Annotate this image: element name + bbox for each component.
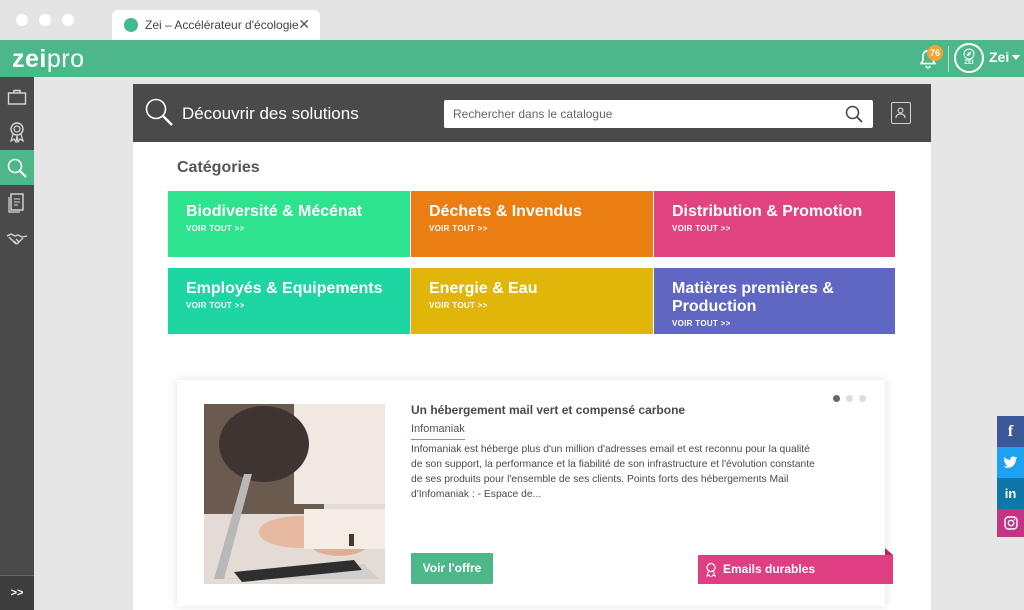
linkedin-icon: in <box>1004 486 1017 501</box>
page-title: Découvrir des solutions <box>182 104 359 123</box>
category-title: Energie & Eau <box>429 280 538 297</box>
zei-favicon-icon <box>124 18 138 32</box>
category-title: Biodiversité & Mécénat <box>186 203 363 220</box>
award-ribbon-icon <box>9 121 25 143</box>
catalog-search-input[interactable] <box>444 100 873 128</box>
category-title: Matières premières & Production <box>672 280 834 315</box>
category-card-dechets[interactable]: Déchets & Invendus VOIR TOUT >> <box>411 191 653 257</box>
handshake-icon <box>6 232 28 244</box>
carousel-dot-2[interactable] <box>846 395 853 402</box>
facebook-share-button[interactable]: f <box>997 416 1024 447</box>
offer-category-tag[interactable]: Emails durables <box>698 555 893 584</box>
leaf-logo-icon <box>963 48 975 60</box>
profile-card-button[interactable] <box>891 102 911 124</box>
view-offer-button[interactable]: Voir l'offre <box>411 553 493 584</box>
window-minimize-dot[interactable] <box>39 14 51 26</box>
user-menu-name[interactable]: Zei <box>989 49 1009 65</box>
search-icon <box>7 158 27 178</box>
zeipro-logo[interactable]: zeipro <box>12 45 85 74</box>
window-maximize-dot[interactable] <box>62 14 74 26</box>
category-title: Distribution & Promotion <box>672 203 863 220</box>
category-card-energie[interactable]: Energie & Eau VOIR TOUT >> <box>411 268 653 334</box>
sidebar-item-partners[interactable] <box>0 221 34 256</box>
browser-chrome: Zei – Accélérateur d'écologie ✕ <box>0 0 1024 40</box>
appbar-divider <box>948 46 949 72</box>
twitter-icon <box>1003 456 1018 468</box>
instagram-icon <box>1003 516 1018 530</box>
search-icon[interactable] <box>844 104 864 124</box>
panel-header: Découvrir des solutions <box>133 84 931 142</box>
category-card-employes[interactable]: Employés & Equipements VOIR TOUT >> <box>168 268 410 334</box>
solutions-panel: Découvrir des solutions Catégories Biodi… <box>133 84 931 610</box>
sidebar-item-search[interactable] <box>0 150 34 185</box>
chevron-down-icon[interactable] <box>1012 55 1020 60</box>
twitter-share-button[interactable] <box>997 447 1024 478</box>
sidebar: >> <box>0 77 34 610</box>
top-app-bar: zeipro <box>0 40 1024 77</box>
see-all-link[interactable]: VOIR TOUT >> <box>429 301 488 310</box>
offer-photo <box>204 404 385 584</box>
categories-heading: Catégories <box>177 159 260 176</box>
tag-fold <box>885 548 893 555</box>
offer-description: Infomaniak est héberge plus d'un million… <box>411 444 815 500</box>
category-title: Déchets & Invendus <box>429 203 582 220</box>
see-all-link[interactable]: VOIR TOUT >> <box>672 224 731 233</box>
offer-title[interactable]: Un hébergement mail vert et compensé car… <box>411 403 685 417</box>
see-all-link[interactable]: VOIR TOUT >> <box>186 301 245 310</box>
facebook-icon: f <box>1007 422 1014 440</box>
sidebar-expand-button[interactable]: >> <box>0 575 34 610</box>
browser-tab[interactable]: Zei – Accélérateur d'écologie ✕ <box>112 10 320 40</box>
sidebar-item-documents[interactable] <box>0 185 34 220</box>
user-profile-icon <box>895 107 906 119</box>
tab-close-icon[interactable]: ✕ <box>298 16 310 33</box>
offer-carousel-card: Un hébergement mail vert et compensé car… <box>177 380 893 606</box>
category-card-matieres[interactable]: Matières premières & Production VOIR TOUT… <box>654 268 895 334</box>
category-card-distribution[interactable]: Distribution & Promotion VOIR TOUT >> <box>654 191 895 257</box>
linkedin-share-button[interactable]: in <box>997 478 1024 509</box>
magnifier-icon <box>145 98 173 126</box>
laptop-photo-image <box>204 404 385 584</box>
sidebar-item-briefcase[interactable] <box>0 79 34 114</box>
see-all-link[interactable]: VOIR TOUT >> <box>672 319 731 328</box>
window-close-dot[interactable] <box>16 14 28 26</box>
briefcase-icon <box>7 89 27 105</box>
offer-vendor[interactable]: Infomaniak <box>411 423 465 440</box>
tag-label: Emails durables <box>723 562 816 576</box>
sidebar-item-award[interactable] <box>0 114 34 149</box>
award-ribbon-icon <box>706 562 716 577</box>
category-card-biodiversite[interactable]: Biodiversité & Mécénat VOIR TOUT >> <box>168 191 410 257</box>
carousel-dot-1[interactable] <box>833 395 840 402</box>
document-icon <box>8 192 24 213</box>
instagram-share-button[interactable] <box>997 509 1024 537</box>
tab-title: Zei – Accélérateur d'écologie <box>145 18 299 32</box>
see-all-link[interactable]: VOIR TOUT >> <box>186 224 245 233</box>
see-all-link[interactable]: VOIR TOUT >> <box>429 224 488 233</box>
carousel-dot-3[interactable] <box>859 395 866 402</box>
notification-badge: 76 <box>927 45 943 61</box>
avatar[interactable]: ZEI <box>954 43 984 73</box>
category-title: Employés & Equipements <box>186 280 383 297</box>
avatar-text: ZEI <box>964 60 974 66</box>
